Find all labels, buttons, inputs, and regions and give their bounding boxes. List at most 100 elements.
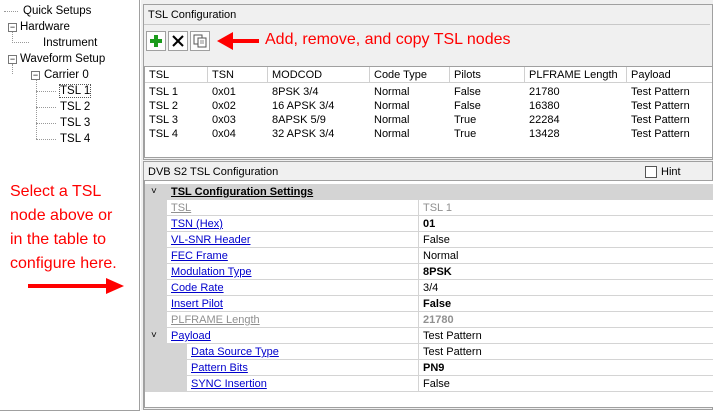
tree-line [36,91,56,92]
property-name: PLFRAME Length [167,312,419,328]
table-cell: True [454,128,477,140]
tree-item-quick-setups[interactable]: Quick Setups [23,4,91,18]
tree-item-label: TSL 1 [58,84,92,98]
property-name: Data Source Type [187,344,419,360]
tree-line [12,64,13,74]
chevron-down-icon[interactable]: ˅ [151,184,157,200]
tree-item-label: Carrier 0 [44,69,89,81]
table-cell: 16 APSK 3/4 [272,100,335,112]
table-cell: 0x02 [212,100,236,112]
category-row[interactable]: ˅ TSL Configuration Settings [145,184,713,200]
property-name: Insert Pilot [167,296,419,312]
property-name: Code Rate [167,280,419,296]
tree-item-instrument[interactable]: Instrument [43,36,97,50]
column-header-pilots[interactable]: Pilots [450,67,525,83]
property-name: Pattern Bits [187,360,419,376]
property-grid: ˅ TSL Configuration Settings TSL TSL 1 T… [144,180,713,408]
table-cell: 21780 [529,86,560,98]
property-row[interactable]: PLFRAME Length 21780 [145,312,713,328]
table-row[interactable]: TSL 4 0x04 32 APSK 3/4 Normal True 13428… [145,128,712,141]
copy-icon [193,34,207,48]
tree-item-waveform-setup[interactable]: Waveform Setup [20,52,105,66]
table-cell: TSL 4 [149,128,178,140]
table-cell: 0x01 [212,86,236,98]
tree-item-carrier-0[interactable]: Carrier 0 [44,68,89,82]
property-row-payload[interactable]: ˅ Payload Test Pattern [145,328,713,344]
property-name: TSL [167,200,419,216]
hint-checkbox[interactable] [645,166,657,178]
tree-item-hardware[interactable]: Hardware [20,20,70,34]
tree-item-tsl-3[interactable]: TSL 3 [60,116,90,130]
tree-item-tsl-2[interactable]: TSL 2 [60,100,90,114]
collapse-icon[interactable]: − [31,71,40,80]
property-row[interactable]: TSN (Hex) 01 [145,216,713,232]
tree-item-tsl-4[interactable]: TSL 4 [60,132,90,146]
property-value[interactable]: Test Pattern [419,328,713,344]
table-cell: 22284 [529,114,560,126]
x-icon [172,35,184,47]
property-row[interactable]: TSL TSL 1 [145,200,713,216]
chevron-down-icon[interactable]: ˅ [151,328,157,344]
column-header-plframe-length[interactable]: PLFRAME Length [525,67,627,83]
property-name: SYNC Insertion [187,376,419,392]
right-panel: TSL Configuration Add, remove, and copy … [141,0,713,410]
copy-tsl-button[interactable] [190,31,210,51]
remove-tsl-button[interactable] [168,31,188,51]
property-value[interactable]: 8PSK [419,264,713,280]
property-row[interactable]: VL-SNR Header False [145,232,713,248]
property-value[interactable]: 01 [419,216,713,232]
column-header-code-type[interactable]: Code Type [370,67,450,83]
property-value[interactable]: False [419,376,713,392]
property-name: TSN (Hex) [167,216,419,232]
table-cell: False [454,100,481,112]
table-cell: Normal [374,86,410,98]
column-header-tsl[interactable]: TSL [145,67,208,83]
property-row[interactable]: SYNC Insertion False [145,376,713,392]
table-cell: TSL 1 [149,86,178,98]
table-cell: TSL 2 [149,100,178,112]
property-value[interactable]: False [419,232,713,248]
collapse-icon[interactable]: − [8,23,17,32]
category-label: TSL Configuration Settings [171,186,314,198]
property-value[interactable]: Test Pattern [419,344,713,360]
column-header-modcod[interactable]: MODCOD [268,67,370,83]
property-row[interactable]: Modulation Type 8PSK [145,264,713,280]
table-cell: Test Pattern [631,114,690,126]
collapse-icon[interactable]: − [8,55,17,64]
tree-item-label: Instrument [43,37,98,49]
group-title: TSL Configuration [148,9,237,21]
tree-item-label: TSL 2 [60,101,91,113]
property-value[interactable]: PN9 [419,360,713,376]
column-header-tsn[interactable]: TSN [208,67,268,83]
property-value[interactable]: Normal [419,248,713,264]
property-name: VL-SNR Header [167,232,419,248]
row-margin [145,248,167,264]
add-tsl-button[interactable] [146,31,166,51]
property-value[interactable]: 3/4 [419,280,713,296]
table-row[interactable]: TSL 3 0x03 8APSK 5/9 Normal True 22284 T… [145,114,712,127]
group-title: DVB S2 TSL Configuration [148,166,279,178]
property-row[interactable]: Insert Pilot False [145,296,713,312]
property-row[interactable]: FEC Frame Normal [145,248,713,264]
property-row[interactable]: Data Source Type Test Pattern [145,344,713,360]
table-cell: TSL 3 [149,114,178,126]
property-value[interactable]: False [419,296,713,312]
row-margin [145,200,167,216]
left-annotation: Select a TSL node above or in the table … [10,180,138,276]
property-row[interactable]: Code Rate 3/4 [145,280,713,296]
table-cell: 13428 [529,128,560,140]
property-row[interactable]: Pattern Bits PN9 [145,360,713,376]
table-cell: 8APSK 5/9 [272,114,326,126]
column-header-payload[interactable]: Payload [627,67,712,83]
toolbar-annotation: Add, remove, and copy TSL nodes [265,31,511,48]
tree-item-label: TSL 4 [60,133,91,145]
tsl-table: TSL TSN MODCOD Code Type Pilots PLFRAME … [144,66,713,158]
plus-icon [150,35,162,47]
table-row[interactable]: TSL 2 0x02 16 APSK 3/4 Normal False 1638… [145,100,712,113]
property-value: 21780 [419,312,713,328]
table-row[interactable]: TSL 1 0x01 8PSK 3/4 Normal False 21780 T… [145,86,712,99]
right-arrow-icon [28,278,124,294]
table-cell: Normal [374,128,410,140]
tree-line [12,42,29,43]
tree-item-tsl-1[interactable]: TSL 1 [58,84,92,98]
